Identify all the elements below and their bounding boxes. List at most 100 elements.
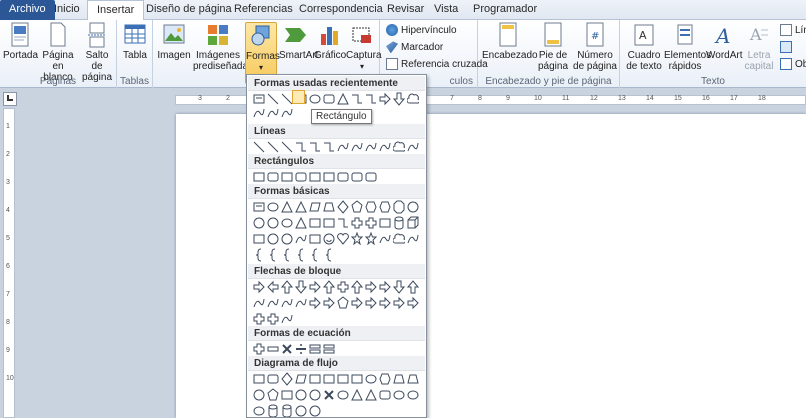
referencia-cruzada-button[interactable]: Referencia cruzada (386, 56, 488, 73)
rect-shape-icon[interactable] (309, 216, 321, 230)
plus-shape-icon[interactable] (267, 312, 279, 326)
imagen-button[interactable]: Imagen (156, 22, 192, 61)
oval-shape-icon[interactable] (281, 216, 293, 230)
elbow-shape-icon[interactable] (323, 140, 335, 154)
numero-pagina-button[interactable]: # Número de página (572, 22, 618, 72)
arrowu-shape-icon[interactable] (322, 280, 336, 294)
tri-shape-icon[interactable] (295, 216, 307, 230)
tri-shape-icon[interactable] (337, 92, 349, 106)
brace-shape-icon[interactable] (295, 248, 307, 262)
arrowr-shape-icon[interactable] (365, 296, 377, 310)
heart-shape-icon[interactable] (337, 232, 349, 246)
diamond-shape-icon[interactable] (337, 200, 349, 214)
tabla-button[interactable]: Tabla (120, 22, 150, 61)
times-shape-icon[interactable] (323, 388, 335, 402)
rrect-shape-icon[interactable] (295, 170, 307, 184)
curve-shape-icon[interactable] (253, 106, 265, 120)
curve-shape-icon[interactable] (281, 106, 293, 120)
curve-shape-icon[interactable] (379, 232, 391, 246)
rrect-shape-icon[interactable] (365, 170, 377, 184)
tab-vista[interactable]: Vista (425, 0, 467, 20)
elementos-rapidos-button[interactable]: Elementos rápidos (664, 22, 711, 72)
brace-shape-icon[interactable] (253, 248, 265, 262)
cuadro-texto-button[interactable]: A Cuadro de texto (624, 22, 664, 72)
rrect-shape-icon[interactable] (351, 170, 363, 184)
arrowu-shape-icon[interactable] (280, 280, 294, 294)
circle-shape-icon[interactable] (253, 216, 265, 230)
oval-shape-icon[interactable] (309, 92, 321, 106)
trap-shape-icon[interactable] (393, 372, 405, 386)
line-shape-icon[interactable] (253, 140, 265, 154)
rect-shape-icon[interactable] (309, 232, 321, 246)
oval-shape-icon[interactable] (407, 388, 419, 402)
elbow-shape-icon[interactable] (365, 92, 377, 106)
circle-shape-icon[interactable] (281, 232, 293, 246)
brace-shape-icon[interactable] (323, 248, 335, 262)
arrowr-shape-icon[interactable] (379, 296, 391, 310)
rect-shape-icon[interactable] (351, 372, 363, 386)
curve-shape-icon[interactable] (267, 106, 279, 120)
tab-inicio[interactable]: Inicio (45, 0, 89, 20)
penta-shape-icon[interactable] (267, 388, 279, 402)
rect-shape-icon[interactable] (253, 372, 265, 386)
curve-shape-icon[interactable] (281, 296, 293, 310)
rect-shape-icon[interactable] (379, 216, 391, 230)
elbow-shape-icon[interactable] (337, 216, 349, 230)
oval-shape-icon[interactable] (393, 388, 405, 402)
line-shape-icon[interactable] (267, 140, 279, 154)
tri-shape-icon[interactable] (295, 200, 307, 214)
cloud-shape-icon[interactable] (392, 232, 406, 246)
linea-firma-button[interactable]: Lín (780, 22, 806, 39)
wordart-button[interactable]: A WordArt (706, 22, 743, 61)
line-shape-icon[interactable] (267, 92, 279, 106)
circle-shape-icon[interactable] (253, 388, 265, 402)
tri-shape-icon[interactable] (281, 200, 293, 214)
curve-shape-icon[interactable] (267, 296, 279, 310)
encabezado-button[interactable]: Encabezado (482, 22, 538, 61)
hexa-shape-icon[interactable] (379, 200, 391, 214)
rrect-shape-icon[interactable] (267, 372, 279, 386)
arrowu-shape-icon[interactable] (350, 280, 364, 294)
hipervinculo-button[interactable]: Hipervínculo (386, 22, 457, 39)
rectangle-shape-highlight[interactable] (292, 90, 305, 104)
arrowr-shape-icon[interactable] (351, 296, 363, 310)
arrowu-shape-icon[interactable] (406, 280, 420, 294)
curve-shape-icon[interactable] (365, 140, 377, 154)
oval-shape-icon[interactable] (267, 200, 279, 214)
pie-pagina-button[interactable]: Pie de página (534, 22, 572, 72)
cyl-shape-icon[interactable] (393, 216, 405, 230)
diamond-shape-icon[interactable] (281, 372, 293, 386)
curve-shape-icon[interactable] (281, 312, 293, 326)
curve-shape-icon[interactable] (351, 140, 363, 154)
imagenes-prediseñadas-button[interactable]: Imágenes prediseñadas (193, 22, 253, 72)
marcador-button[interactable]: Marcador (386, 39, 443, 56)
arrowr-shape-icon[interactable] (253, 280, 265, 294)
fecha-hora-button[interactable] (780, 39, 795, 56)
cube-shape-icon[interactable] (407, 216, 419, 230)
arrowr-shape-icon[interactable] (365, 280, 377, 294)
rrect-shape-icon[interactable] (379, 388, 391, 402)
rect-shape-icon[interactable] (309, 170, 321, 184)
circle-shape-icon[interactable] (295, 404, 307, 417)
salto-pagina-button[interactable]: Salto de página (79, 22, 115, 83)
oval-shape-icon[interactable] (365, 372, 377, 386)
arrowd-shape-icon[interactable] (392, 280, 406, 294)
plus-shape-icon[interactable] (351, 216, 363, 230)
letra-capital-button[interactable]: A Letra capital (742, 22, 776, 72)
times-shape-icon[interactable] (281, 342, 293, 356)
circle-shape-icon[interactable] (309, 388, 321, 402)
rect-shape-icon[interactable] (323, 216, 335, 230)
smile-shape-icon[interactable] (323, 232, 335, 246)
tri-shape-icon[interactable] (365, 388, 377, 402)
brace-shape-icon[interactable] (309, 248, 321, 262)
circle-shape-icon[interactable] (267, 216, 279, 230)
rrect-shape-icon[interactable] (337, 170, 349, 184)
circle-shape-icon[interactable] (407, 200, 419, 214)
circle-shape-icon[interactable] (295, 388, 307, 402)
arrowr-shape-icon[interactable] (309, 296, 321, 310)
rect-shape-icon[interactable] (309, 372, 321, 386)
octa-shape-icon[interactable] (393, 200, 405, 214)
star-shape-icon[interactable] (364, 231, 378, 246)
tab-insertar[interactable]: Insertar (87, 0, 145, 21)
arrowd-shape-icon[interactable] (392, 92, 406, 106)
